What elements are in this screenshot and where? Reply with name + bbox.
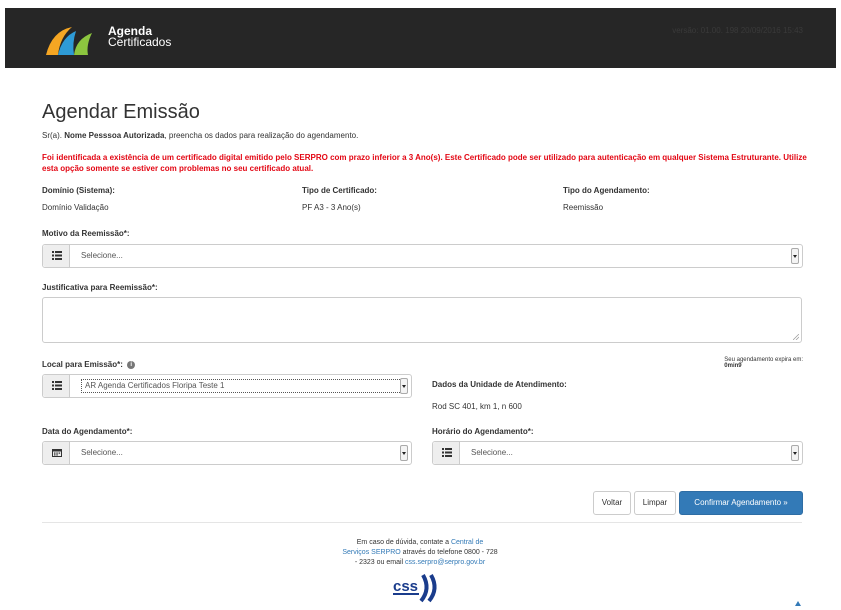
info-icon[interactable]: i — [127, 360, 136, 369]
voltar-button[interactable]: Voltar — [593, 491, 631, 515]
version-text: versão: 01.00. 198 20/09/2016 15:43 — [672, 26, 803, 35]
tipo-certificado-label: Tipo de Certificado: — [302, 186, 377, 195]
tipo-agendamento-value: Reemissão — [563, 203, 604, 212]
page-title: Agendar Emissão — [42, 101, 200, 123]
central-servicos-link-cont[interactable]: Serviços SERPRO — [342, 549, 400, 556]
data-select-value: Selecione... — [81, 448, 123, 457]
justificativa-label: Justificativa para Reemissão*: — [42, 283, 158, 292]
motivo-select[interactable]: Selecione... — [42, 244, 803, 268]
motivo-label: Motivo da Reemissão*: — [42, 229, 130, 238]
list-icon-addon — [433, 442, 460, 464]
scroll-top-icon[interactable] — [794, 600, 802, 608]
warning-message: Foi identificada a existência de um cert… — [42, 153, 807, 173]
top-bar: Agenda Certificados versão: 01.00. 198 2… — [5, 8, 836, 68]
limpar-button[interactable]: Limpar — [634, 491, 676, 515]
dominio-value: Domínio Validação — [42, 203, 109, 212]
tipo-certificado-value: PF A3 - 3 Ano(s) — [302, 203, 361, 212]
list-icon-addon — [43, 375, 70, 397]
divider — [42, 522, 802, 523]
local-label: Local para Emissão*: i — [42, 360, 136, 369]
list-icon-addon — [43, 245, 70, 267]
local-select[interactable]: AR Agenda Certificados Floripa Teste 1 — [42, 374, 412, 398]
css-serpro-logo: css — [393, 574, 437, 603]
justificativa-textarea[interactable] — [42, 297, 802, 343]
resize-handle-icon[interactable] — [793, 334, 799, 340]
footer-text2: através do telefone 0800 - 728 — [402, 549, 498, 556]
footer-text1: Em caso de dúvida, contate a — [356, 539, 449, 546]
central-servicos-link[interactable]: Central de — [451, 539, 483, 546]
motivo-select-value: Selecione... — [81, 251, 123, 260]
css-logo-text: css — [393, 578, 418, 595]
dominio-label: Domínio (Sistema): — [42, 186, 115, 195]
intro-name: Nome Pesssoa Autorizada — [64, 131, 165, 140]
data-select[interactable]: Selecione... — [42, 441, 412, 465]
footer-text3: - 2323 ou email — [354, 559, 404, 566]
brand-line2: Certificados — [108, 35, 172, 49]
confirmar-agendamento-button[interactable]: Confirmar Agendamento » — [679, 491, 803, 515]
brand-name: Agenda Certificados — [108, 25, 172, 49]
calendar-icon — [52, 449, 62, 457]
intro-suffix: , preencha os dados para realização do a… — [164, 131, 359, 140]
list-icon — [52, 381, 62, 390]
email-link[interactable]: css.serpro@serpro.gov.br — [405, 559, 485, 566]
agenda-certificados-logo — [46, 27, 92, 55]
chevron-down-icon[interactable] — [400, 445, 408, 461]
intro-text: Sr(a). Nome Pesssoa Autorizada, preencha… — [42, 131, 358, 140]
local-label-text: Local para Emissão*: — [42, 360, 123, 369]
horario-select[interactable]: Selecione... — [432, 441, 803, 465]
chevron-down-icon[interactable] — [791, 445, 799, 461]
unidade-label: Dados da Unidade de Atendimento: — [432, 380, 567, 389]
intro-prefix: Sr(a). — [42, 131, 62, 140]
horario-label: Horário do Agendamento*: — [432, 427, 534, 436]
chevron-down-icon[interactable] — [791, 248, 799, 264]
expire-box: Seu agendamento expira em: 0min9 — [724, 357, 803, 369]
data-label: Data do Agendamento*: — [42, 427, 133, 436]
list-icon — [52, 251, 62, 260]
horario-select-value: Selecione... — [471, 448, 513, 457]
list-icon — [442, 448, 452, 457]
unidade-endereco: Rod SC 401, km 1, n 600 — [432, 402, 522, 411]
local-select-value: AR Agenda Certificados Floripa Teste 1 — [85, 381, 225, 390]
tipo-agendamento-label: Tipo do Agendamento: — [563, 186, 650, 195]
chevron-down-icon[interactable] — [400, 378, 408, 394]
expire-time: 0min9 — [724, 363, 742, 369]
footer-contact: Em caso de dúvida, contate a Central de … — [330, 538, 510, 568]
calendar-icon-addon — [43, 442, 70, 464]
